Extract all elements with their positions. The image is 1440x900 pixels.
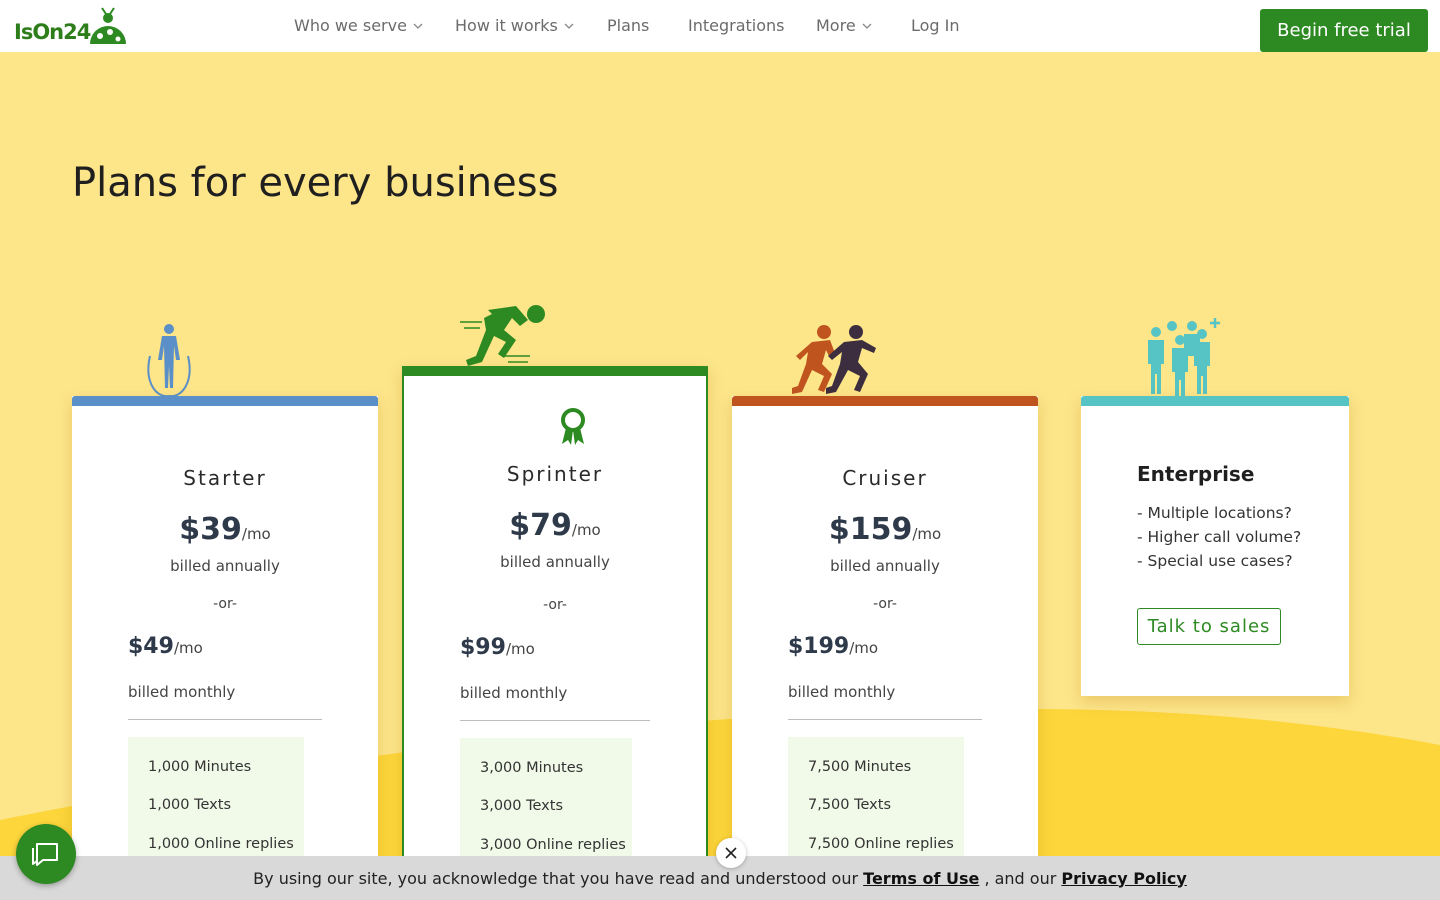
feature-online-replies: 1,000 Online replies: [148, 836, 294, 852]
chat-bubble-icon: [32, 843, 58, 866]
monthly-price: $199/mo: [788, 634, 878, 659]
feature-list: 3,000 Minutes 3,000 Texts 3,000 Online r…: [460, 738, 632, 868]
feature-minutes: 7,500 Minutes: [808, 759, 912, 775]
or-separator: -or-: [873, 596, 897, 612]
privacy-policy-link[interactable]: Privacy Policy: [1061, 869, 1186, 888]
monthly-price: $99/mo: [460, 635, 535, 660]
price-value: $159: [828, 512, 913, 547]
terms-of-use-link[interactable]: Terms of Use: [863, 869, 979, 888]
plan-name: Enterprise: [1137, 462, 1255, 486]
per-unit: /mo: [505, 640, 535, 658]
feature-texts: 3,000 Texts: [480, 798, 563, 814]
sprinter-icon: [460, 305, 545, 366]
chevron-down-icon: [564, 23, 574, 29]
billed-monthly: billed monthly: [460, 684, 568, 702]
nav-plans[interactable]: Plans: [607, 16, 649, 35]
nav-label: Integrations: [688, 16, 785, 35]
card-color-bar: [72, 396, 378, 406]
nav-who-we-serve[interactable]: Who we serve: [294, 16, 423, 35]
nav-label: Log In: [911, 16, 960, 35]
plan-name: Starter: [183, 466, 267, 490]
enterprise-question: - Special use cases?: [1137, 552, 1293, 570]
divider: [788, 719, 982, 720]
nav-integrations[interactable]: Integrations: [688, 16, 785, 35]
nav-label: Who we serve: [294, 16, 407, 35]
or-separator: -or-: [543, 597, 567, 613]
jump-rope-icon: [147, 324, 191, 398]
plan-card-sprinter: Sprinter $79/mo billed annually -or- $99…: [402, 366, 708, 868]
monthly-price: $49/mo: [128, 634, 203, 659]
per-unit: /mo: [241, 525, 271, 543]
feature-list: 7,500 Minutes 7,500 Texts 7,500 Online r…: [788, 737, 964, 867]
billed-annually: billed annually: [500, 553, 610, 571]
per-unit: /mo: [173, 639, 203, 657]
price-value: $49: [128, 634, 174, 659]
price-value: $99: [460, 635, 506, 660]
billed-annually: billed annually: [830, 557, 940, 575]
billed-monthly: billed monthly: [128, 683, 236, 701]
plan-name: Sprinter: [506, 462, 604, 486]
ladybug-logo-icon: [90, 7, 126, 44]
plan-card-starter: Starter $39/mo billed annually -or- $49/…: [72, 396, 378, 867]
feature-list: 1,000 Minutes 1,000 Texts 1,000 Online r…: [128, 737, 304, 867]
team-plus-icon: [1148, 318, 1220, 396]
chat-widget-button[interactable]: [16, 824, 76, 884]
begin-free-trial-button[interactable]: Begin free trial: [1260, 9, 1428, 52]
annual-price: $79/mo: [404, 508, 706, 543]
cookie-text: By using our site, you acknowledge that …: [253, 868, 859, 888]
enterprise-question: - Multiple locations?: [1137, 504, 1292, 522]
nav-label: How it works: [455, 16, 558, 35]
award-ribbon-icon: [561, 408, 585, 445]
price-value: $79: [509, 508, 572, 543]
price-value: $39: [179, 512, 242, 547]
nav-more[interactable]: More: [816, 16, 872, 35]
card-color-bar: [402, 366, 708, 376]
enterprise-question: - Higher call volume?: [1137, 528, 1302, 546]
chevron-down-icon: [413, 23, 423, 29]
billed-monthly: billed monthly: [788, 683, 896, 701]
nav-log-in[interactable]: Log In: [911, 16, 960, 35]
per-unit: /mo: [912, 525, 942, 543]
divider: [460, 720, 650, 721]
or-separator: -or-: [213, 596, 237, 612]
annual-price: $39/mo: [72, 512, 378, 547]
annual-price: $159/mo: [732, 512, 1038, 547]
chevron-down-icon: [862, 23, 872, 29]
talk-to-sales-button[interactable]: Talk to sales: [1137, 608, 1281, 645]
billed-annually: billed annually: [170, 557, 280, 575]
plan-card-cruiser: Cruiser $159/mo billed annually -or- $19…: [732, 396, 1038, 867]
plan-name: Cruiser: [842, 466, 928, 490]
nav-how-it-works[interactable]: How it works: [455, 16, 574, 35]
feature-online-replies: 3,000 Online replies: [480, 837, 626, 853]
price-value: $199: [788, 634, 850, 659]
nav-label: Plans: [607, 16, 650, 35]
plan-card-enterprise: Enterprise - Multiple locations? - Highe…: [1081, 396, 1349, 696]
per-unit: /mo: [571, 521, 601, 539]
nav-label: More: [816, 16, 856, 35]
top-nav: IsOn24 Who we serve How it works Plans I…: [0, 0, 1440, 52]
feature-texts: 7,500 Texts: [808, 797, 891, 813]
brand-logo[interactable]: IsOn24: [14, 6, 134, 48]
card-color-bar: [1081, 396, 1349, 406]
feature-online-replies: 7,500 Online replies: [808, 836, 954, 852]
runners-icon: [792, 325, 876, 394]
feature-texts: 1,000 Texts: [148, 797, 231, 813]
close-cookie-button[interactable]: [716, 838, 746, 868]
cookie-text-mid: , and our: [984, 868, 1057, 888]
per-unit: /mo: [849, 639, 879, 657]
feature-minutes: 1,000 Minutes: [148, 759, 252, 775]
logo-text: IsOn24: [14, 20, 91, 44]
feature-minutes: 3,000 Minutes: [480, 760, 584, 776]
divider: [128, 719, 322, 720]
card-color-bar: [732, 396, 1038, 406]
close-icon: [725, 847, 737, 859]
page-title: Plans for every business: [72, 160, 559, 206]
